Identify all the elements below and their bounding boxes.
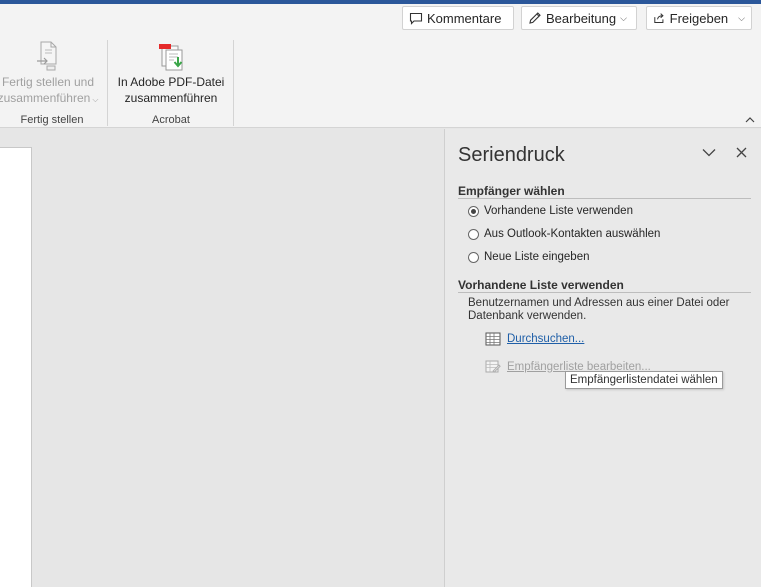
pane-options-chevron-down-icon[interactable]	[700, 143, 718, 161]
radio-label: Aus Outlook-Kontakten auswählen	[484, 228, 661, 240]
table-icon	[485, 332, 501, 346]
pane-title: Seriendruck	[458, 144, 565, 166]
share-icon	[654, 13, 664, 24]
tooltip: Empfängerlistendatei wählen	[565, 371, 723, 389]
chevron-down-icon: ⌵	[738, 12, 745, 23]
radio-outlook-contacts[interactable]: Aus Outlook-Kontakten auswählen	[468, 228, 660, 240]
section-divider	[458, 292, 751, 293]
document-page[interactable]	[0, 147, 32, 587]
fertig-stellen-label-2: zusammenführen ⌵	[0, 91, 99, 105]
kommentare-label: Kommentare	[427, 10, 502, 26]
fertig-stellen-label-1: Fertig stellen und	[1, 75, 95, 89]
group-separator	[233, 40, 234, 126]
fertig-stellen-button[interactable]: Fertig stellen und zusammenführen ⌵	[0, 36, 104, 108]
pencil-icon	[529, 12, 541, 24]
bearbeitung-label: Bearbeitung	[546, 10, 617, 26]
comment-icon	[409, 12, 423, 25]
browse-row[interactable]: Durchsuchen...	[485, 332, 584, 346]
mail-merge-pane: Seriendruck Empfänger wählen Vorhandene …	[444, 129, 761, 587]
radio-dot[interactable]	[468, 251, 479, 263]
radio-existing-list[interactable]: Vorhandene Liste verwenden	[468, 205, 633, 217]
pdf-merge-button[interactable]: In Adobe PDF-Datei zusammenführen	[110, 36, 232, 106]
section-divider	[458, 198, 751, 199]
bearbeitung-button[interactable]: Bearbeitung ⌵	[521, 6, 637, 30]
radio-dot[interactable]	[468, 228, 479, 240]
radio-dot-selected[interactable]	[468, 205, 479, 217]
ribbon: Kommentare Bearbeitung ⌵ Freigeben ⌵ Fer…	[0, 4, 761, 128]
group-separator	[107, 40, 108, 126]
pdf-merge-label-2: zusammenführen	[124, 91, 218, 105]
close-icon[interactable]	[732, 143, 750, 161]
pdf-merge-icon	[159, 44, 183, 71]
chevron-down-icon: ⌵	[620, 12, 627, 23]
group-label-fertig-stellen: Fertig stellen	[20, 114, 84, 126]
radio-label: Vorhandene Liste verwenden	[484, 205, 633, 217]
group-acrobat: In Adobe PDF-Datei zusammenführen Acroba…	[110, 36, 232, 128]
browse-link[interactable]: Durchsuchen...	[507, 333, 584, 345]
pdf-merge-label-1: In Adobe PDF-Datei	[117, 75, 225, 89]
radio-new-list[interactable]: Neue Liste eingeben	[468, 251, 590, 263]
existing-list-description: Benutzernamen und Adressen aus einer Dat…	[468, 297, 730, 322]
finish-merge-icon	[37, 41, 57, 71]
chevron-down-icon: ⌵	[92, 95, 99, 104]
existing-list-heading: Vorhandene Liste verwenden	[458, 278, 624, 292]
group-label-acrobat: Acrobat	[152, 114, 190, 126]
radio-label: Neue Liste eingeben	[484, 251, 590, 263]
kommentare-button[interactable]: Kommentare	[402, 6, 514, 30]
freigeben-button[interactable]: Freigeben ⌵	[646, 6, 752, 30]
edit-list-icon	[485, 360, 501, 373]
freigeben-label: Freigeben	[669, 10, 729, 26]
recipients-heading: Empfänger wählen	[458, 184, 565, 198]
document-area	[0, 129, 444, 587]
collapse-ribbon-icon[interactable]	[745, 115, 755, 127]
group-fertig-stellen: Fertig stellen und zusammenführen ⌵ Ferti…	[0, 36, 104, 128]
